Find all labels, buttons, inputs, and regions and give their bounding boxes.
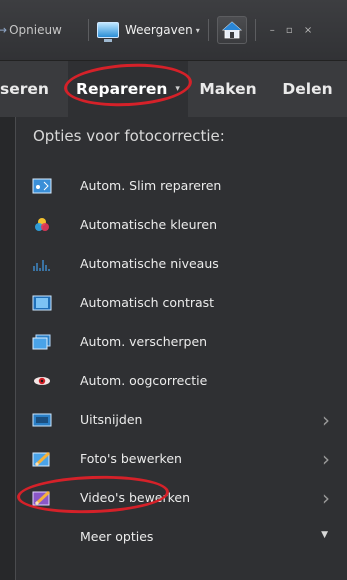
redo-label: Opnieuw xyxy=(9,23,62,37)
monitor-icon xyxy=(97,22,119,42)
menu-item-label: Autom. oogcorrectie xyxy=(80,373,208,388)
tab-create-label: Maken xyxy=(199,80,257,98)
menu-item-crop[interactable]: Uitsnijden › xyxy=(16,400,347,439)
contrast-icon xyxy=(32,295,52,311)
tab-repair[interactable]: Repareren ▾ xyxy=(68,61,188,117)
chevron-right-icon: › xyxy=(322,486,330,510)
menu-item-label: Uitsnijden xyxy=(80,412,143,427)
edit-video-icon xyxy=(32,490,52,506)
panel-title: Opties voor fotocorrectie: xyxy=(33,127,225,145)
views-label: Weergaven xyxy=(125,23,193,37)
home-icon xyxy=(221,21,242,39)
menu-item-edit-photos[interactable]: Foto's bewerken › xyxy=(16,439,347,478)
menu-item-auto-color[interactable]: Automatische kleuren xyxy=(16,205,347,244)
chevron-right-icon: › xyxy=(322,447,330,471)
edit-photo-icon xyxy=(32,451,52,467)
chevron-down-icon: ▼ xyxy=(321,530,328,540)
mode-tabs: seren Repareren ▾ Maken Delen xyxy=(0,61,347,117)
red-eye-icon xyxy=(32,373,52,389)
repair-options-panel: Opties voor fotocorrectie: Autom. Slim r… xyxy=(15,117,347,580)
redo-button[interactable]: ↪ Opnieuw xyxy=(0,0,82,60)
menu-item-label: Video's bewerken xyxy=(80,490,191,505)
tab-share[interactable]: Delen xyxy=(268,61,347,117)
window-controls[interactable]: – ▫ × xyxy=(270,25,317,36)
more-options-button[interactable]: Meer opties ▼ xyxy=(16,517,347,556)
menu-item-edit-videos[interactable]: Video's bewerken › xyxy=(16,478,347,517)
toolbar-divider xyxy=(254,19,256,41)
tab-previous-label: seren xyxy=(0,80,49,98)
more-options-label: Meer opties xyxy=(80,529,154,544)
toolbar-divider xyxy=(207,19,209,41)
menu-item-auto-levels[interactable]: Automatische niveaus xyxy=(16,244,347,283)
repair-menu: Autom. Slim repareren Automatische kleur… xyxy=(16,166,347,556)
menu-item-label: Autom. Slim repareren xyxy=(80,178,222,193)
chevron-down-icon: ▾ xyxy=(195,25,200,35)
menu-item-label: Foto's bewerken xyxy=(80,451,182,466)
menu-item-label: Autom. verscherpen xyxy=(80,334,208,349)
levels-icon xyxy=(32,256,52,272)
menu-item-auto-sharpen[interactable]: Autom. verscherpen xyxy=(16,322,347,361)
toolbar-divider xyxy=(88,19,89,41)
tab-previous[interactable]: seren xyxy=(0,61,68,117)
redo-arrow-icon: ↪ xyxy=(0,23,8,37)
left-panel-edge xyxy=(0,117,15,580)
menu-item-smart-fix[interactable]: Autom. Slim repareren xyxy=(16,166,347,205)
chevron-right-icon: › xyxy=(322,408,330,432)
tab-share-label: Delen xyxy=(282,80,333,98)
menu-item-auto-contrast[interactable]: Automatisch contrast xyxy=(16,283,347,322)
sharpen-icon xyxy=(32,334,52,350)
tab-create[interactable]: Maken xyxy=(188,61,268,117)
chevron-down-icon: ▾ xyxy=(175,84,180,94)
menu-item-label: Automatische kleuren xyxy=(80,217,218,232)
home-button[interactable] xyxy=(216,16,247,44)
smart-fix-icon xyxy=(32,178,52,194)
crop-icon xyxy=(32,412,52,428)
menu-item-label: Automatisch contrast xyxy=(80,295,215,310)
top-toolbar: ↪ Opnieuw Weergaven ▾ – ▫ × xyxy=(0,0,347,61)
menu-item-label: Automatische niveaus xyxy=(80,256,219,271)
views-button[interactable]: Weergaven ▾ xyxy=(95,0,202,60)
menu-item-red-eye[interactable]: Autom. oogcorrectie xyxy=(16,361,347,400)
color-icon xyxy=(32,217,52,233)
tab-repair-label: Repareren xyxy=(76,80,168,98)
